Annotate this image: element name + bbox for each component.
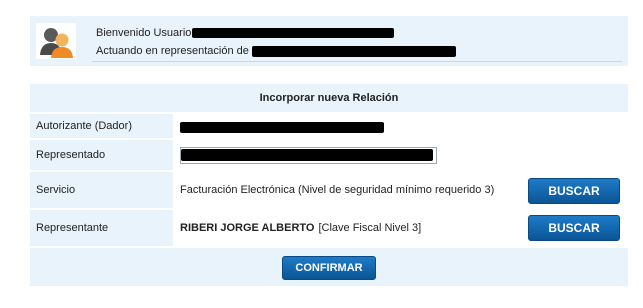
users-icon [36, 23, 76, 59]
service-label: Servicio [36, 184, 76, 196]
service-text: Facturación Electrónica (Nivel de seguri… [180, 184, 495, 196]
authorizer-value [173, 114, 628, 138]
confirm-button[interactable]: CONFIRMAR [282, 256, 376, 280]
redacted-username [192, 28, 394, 38]
row-representative: Representante RIBERI JORGE ALBERTO [Clav… [30, 210, 628, 248]
acting-text: Actuando en representación de [96, 45, 249, 57]
search-service-button[interactable]: BUSCAR [528, 178, 620, 204]
representative-value: RIBERI JORGE ALBERTO [Clave Fiscal Nivel… [173, 210, 628, 246]
row-authorizer: Autorizante (Dador) [30, 114, 628, 140]
redacted-authorizer [180, 122, 384, 133]
representative-label: Representante [36, 222, 109, 234]
welcome-text: Bienvenido Usuario [96, 27, 192, 39]
header-divider [92, 61, 622, 62]
authorizer-label: Autorizante (Dador) [36, 120, 132, 132]
user-header: Bienvenido Usuario Actuando en represent… [30, 16, 628, 66]
row-represented: Representado [30, 140, 628, 172]
representative-name: RIBERI JORGE ALBERTO [180, 222, 315, 234]
row-service: Servicio Facturación Electrónica (Nivel … [30, 172, 628, 210]
form-footer: CONFIRMAR [30, 248, 628, 286]
new-relation-form: Incorporar nueva Relación Autorizante (D… [30, 84, 628, 286]
service-value: Facturación Electrónica (Nivel de seguri… [173, 172, 628, 208]
redacted-represented-name [252, 46, 456, 57]
represented-value [173, 140, 628, 170]
represented-label: Representado [36, 149, 106, 161]
representative-level: [Clave Fiscal Nivel 3] [318, 222, 422, 234]
form-title: Incorporar nueva Relación [30, 84, 628, 114]
redacted-represented [181, 149, 433, 161]
search-representative-button[interactable]: BUSCAR [528, 215, 620, 241]
